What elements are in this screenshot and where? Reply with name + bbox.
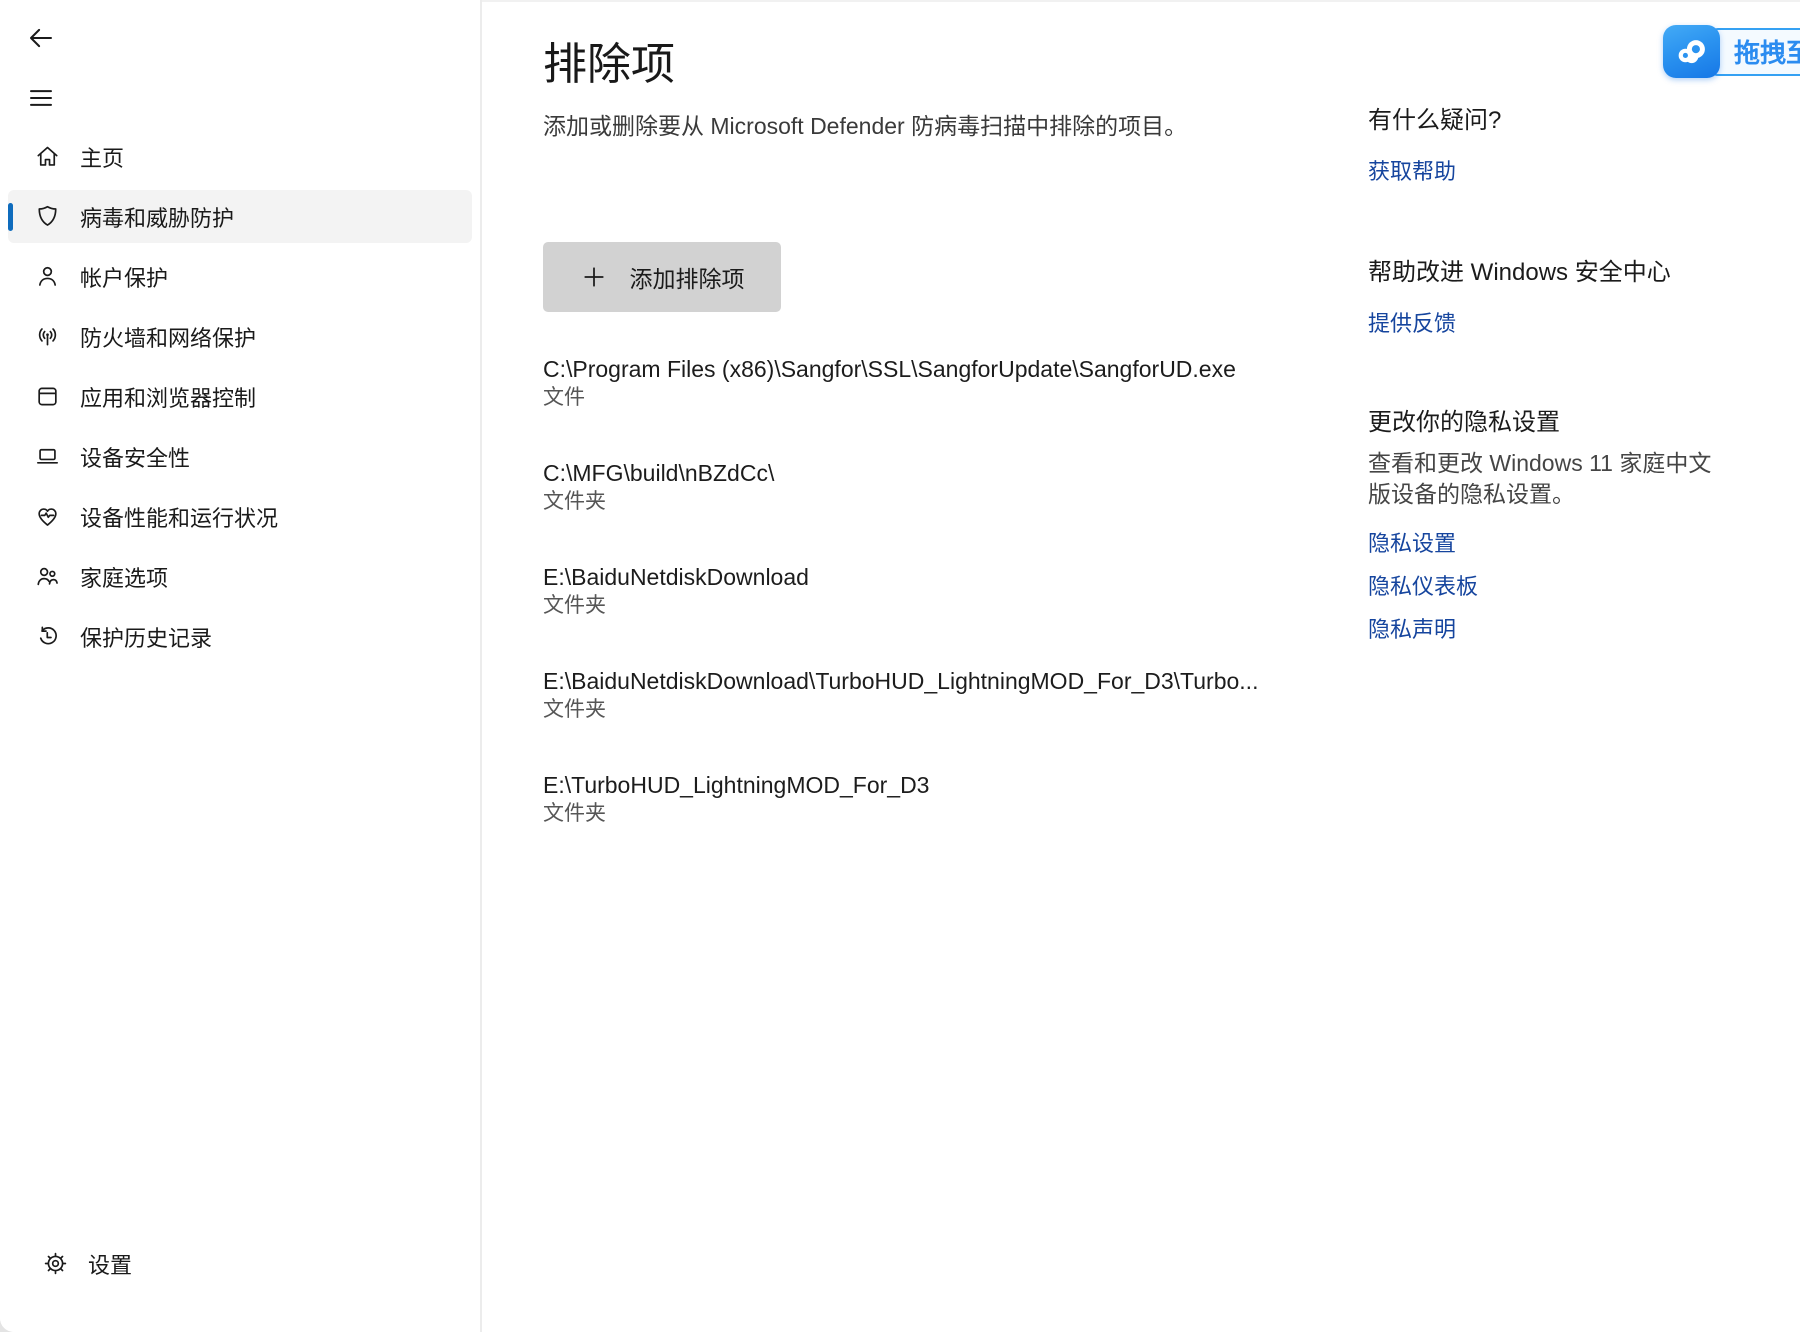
page-subtitle: 添加或删除要从 Microsoft Defender 防病毒扫描中排除的项目。 xyxy=(543,107,1187,141)
menu-button[interactable] xyxy=(22,78,62,118)
privacy-statement-link[interactable]: 隐私声明 xyxy=(1368,612,1456,644)
home-icon xyxy=(32,142,62,172)
question-heading: 有什么疑问? xyxy=(1368,100,1501,135)
baidu-netdisk-cloud-icon xyxy=(1663,25,1720,78)
netdisk-drag-overlay[interactable]: 拖拽至 xyxy=(1663,25,1800,78)
selected-accent-bar xyxy=(8,203,13,231)
sidebar-item-label: 帐户保护 xyxy=(80,261,168,293)
exclusion-item[interactable]: E:\BaiduNetdiskDownload\TurboHUD_Lightni… xyxy=(543,666,1283,723)
plus-icon xyxy=(580,263,608,291)
improve-heading: 帮助改进 Windows 安全中心 xyxy=(1368,252,1671,287)
sidebar-item-label: 设备安全性 xyxy=(80,441,190,473)
sidebar-item-label: 家庭选项 xyxy=(80,561,168,593)
history-clock-icon xyxy=(32,622,62,652)
exclusion-item[interactable]: E:\TurboHUD_LightningMOD_For_D3 文件夹 xyxy=(543,770,1283,827)
shield-icon xyxy=(32,202,62,232)
sidebar-item-device-performance[interactable]: 设备性能和运行状况 xyxy=(8,490,472,543)
app-window-icon xyxy=(32,382,62,412)
hamburger-menu-icon xyxy=(26,83,58,113)
laptop-icon xyxy=(32,442,62,472)
exclusion-type: 文件夹 xyxy=(543,488,1283,515)
exclusion-path: C:\MFG\build\nBZdCc\ xyxy=(543,458,1283,488)
sidebar-item-firewall-network[interactable]: 防火墙和网络保护 xyxy=(8,310,472,363)
gear-icon xyxy=(40,1249,70,1279)
exclusion-type: 文件夹 xyxy=(543,696,1283,723)
exclusion-item[interactable]: E:\BaiduNetdiskDownload 文件夹 xyxy=(543,562,1283,619)
get-help-link[interactable]: 获取帮助 xyxy=(1368,154,1456,186)
back-button[interactable] xyxy=(22,18,62,58)
sidebar-item-label: 设置 xyxy=(88,1248,132,1280)
sidebar-item-virus-threat-protection[interactable]: 病毒和威胁防护 xyxy=(8,190,472,243)
privacy-dashboard-link[interactable]: 隐私仪表板 xyxy=(1368,569,1478,601)
privacy-settings-link[interactable]: 隐私设置 xyxy=(1368,526,1456,558)
exclusion-type: 文件夹 xyxy=(543,592,1283,619)
sidebar-item-account-protection[interactable]: 帐户保护 xyxy=(8,250,472,303)
exclusion-type: 文件夹 xyxy=(543,800,1283,827)
exclusion-item[interactable]: C:\Program Files (x86)\Sangfor\SSL\Sangf… xyxy=(543,354,1283,411)
exclusion-item[interactable]: C:\MFG\build\nBZdCc\ 文件夹 xyxy=(543,458,1283,515)
exclusion-type: 文件 xyxy=(543,384,1283,411)
sidebar-item-label: 防火墙和网络保护 xyxy=(80,321,256,353)
netdisk-drag-pill: 拖拽至 xyxy=(1708,28,1800,76)
sidebar-item-home[interactable]: 主页 xyxy=(8,130,472,183)
exclusion-list: C:\Program Files (x86)\Sangfor\SSL\Sangf… xyxy=(543,354,1283,874)
sidebar-item-label: 应用和浏览器控制 xyxy=(80,381,256,413)
sidebar-item-label: 病毒和威胁防护 xyxy=(80,201,234,233)
privacy-description: 查看和更改 Windows 11 家庭中文版设备的隐私设置。 xyxy=(1368,448,1728,510)
sidebar-item-label: 保护历史记录 xyxy=(80,621,212,653)
sidebar-nav: 主页 病毒和威胁防护 帐户保护 防火墙和 xyxy=(0,130,478,670)
netdisk-drag-label: 拖拽至 xyxy=(1734,33,1800,70)
back-arrow-icon xyxy=(26,23,58,53)
add-exclusion-button[interactable]: 添加排除项 xyxy=(543,242,781,312)
page-title: 排除项 xyxy=(543,28,675,92)
exclusion-path: E:\TurboHUD_LightningMOD_For_D3 xyxy=(543,770,1283,800)
exclusions-page: 排除项 添加或删除要从 Microsoft Defender 防病毒扫描中排除的… xyxy=(482,0,1800,1332)
heart-pulse-icon xyxy=(32,502,62,532)
add-exclusion-label: 添加排除项 xyxy=(630,260,745,294)
sidebar-item-family-options[interactable]: 家庭选项 xyxy=(8,550,472,603)
sidebar-item-device-security[interactable]: 设备安全性 xyxy=(8,430,472,483)
privacy-heading: 更改你的隐私设置 xyxy=(1368,402,1560,437)
family-people-icon xyxy=(32,562,62,592)
sidebar-item-settings[interactable]: 设置 xyxy=(16,1237,462,1290)
feedback-link[interactable]: 提供反馈 xyxy=(1368,306,1456,338)
sidebar-item-label: 主页 xyxy=(80,141,124,173)
person-icon xyxy=(32,262,62,292)
settings-container: 设置 xyxy=(8,1237,468,1297)
exclusion-path: C:\Program Files (x86)\Sangfor\SSL\Sangf… xyxy=(543,354,1283,384)
sidebar: 主页 病毒和威胁防护 帐户保护 防火墙和 xyxy=(0,0,482,1332)
sidebar-item-protection-history[interactable]: 保护历史记录 xyxy=(8,610,472,663)
sidebar-item-label: 设备性能和运行状况 xyxy=(80,501,278,533)
exclusion-path: E:\BaiduNetdiskDownload xyxy=(543,562,1283,592)
network-antenna-icon xyxy=(32,322,62,352)
windows-security-window: 主页 病毒和威胁防护 帐户保护 防火墙和 xyxy=(0,0,1800,1332)
exclusion-path: E:\BaiduNetdiskDownload\TurboHUD_Lightni… xyxy=(543,666,1283,696)
sidebar-item-app-browser-control[interactable]: 应用和浏览器控制 xyxy=(8,370,472,423)
